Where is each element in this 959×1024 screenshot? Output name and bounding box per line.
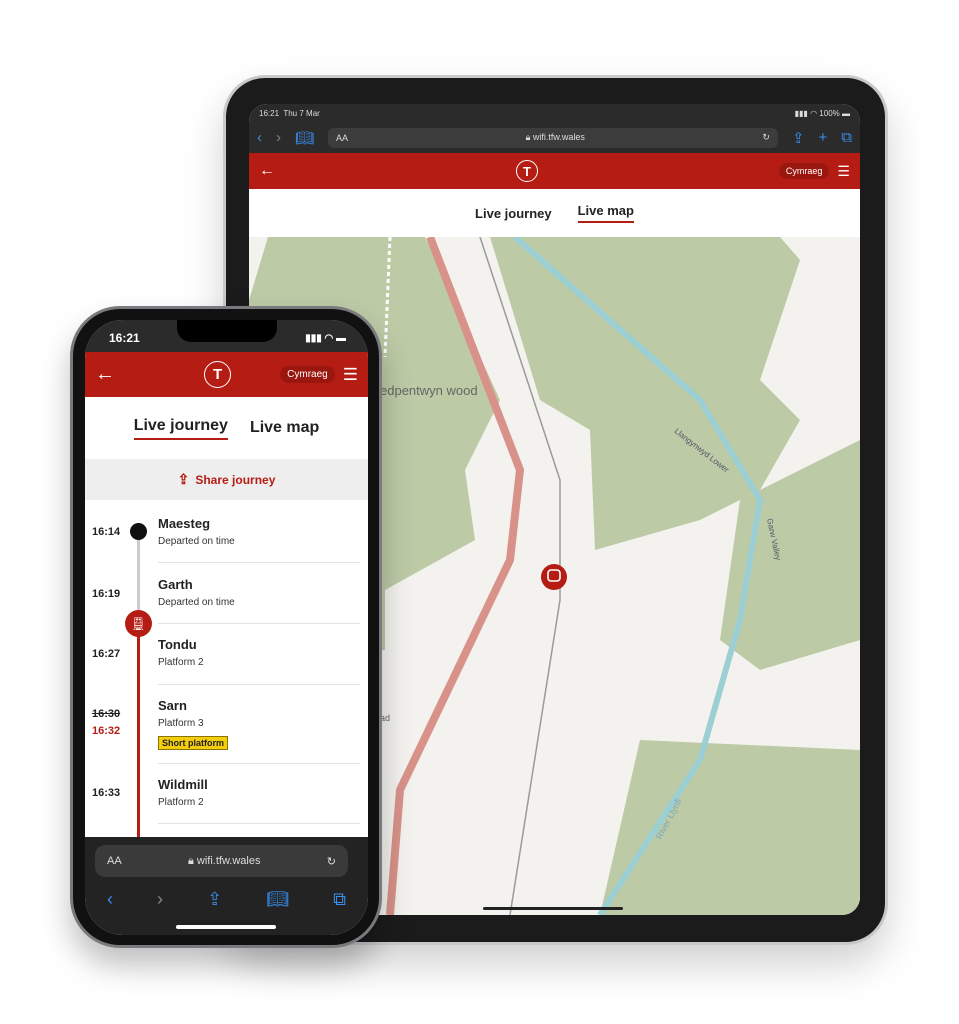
reload-icon[interactable]: ↻ bbox=[327, 855, 336, 868]
browser-toolbar: ‹ › 📖︎ AA 🔒︎ wifi.tfw.wales ↻ ⇪ + ⧉ bbox=[249, 122, 860, 153]
tfw-logo[interactable]: T bbox=[515, 160, 538, 182]
back-icon[interactable]: ‹ bbox=[107, 889, 113, 910]
status-date: Thu 7 Mar bbox=[283, 108, 320, 118]
tab-live-map[interactable]: Live map bbox=[577, 203, 634, 223]
battery-icon: ▬ bbox=[336, 332, 346, 344]
wifi-icon: ◠ bbox=[810, 108, 818, 118]
new-tab-icon[interactable]: + bbox=[819, 129, 828, 146]
tabs-icon[interactable]: ⧉ bbox=[841, 129, 852, 146]
map-label-wood: edpentwyn wood bbox=[380, 383, 478, 398]
stop-status: Departed on time bbox=[158, 597, 235, 608]
stop-row[interactable]: 16:33 Wildmill Platform 2 bbox=[85, 763, 368, 824]
expected-time: 16:32 bbox=[92, 725, 121, 737]
home-indicator bbox=[176, 925, 276, 929]
url-text: wifi.tfw.wales bbox=[196, 854, 261, 867]
phone-screen: 16:21 ▮▮▮ ◠ ▬ ← T Cymraeg ☰ Live journey … bbox=[85, 320, 368, 935]
stop-time: 16:33 bbox=[92, 787, 121, 799]
share-journey-button[interactable]: ⇪ Share journey bbox=[85, 459, 368, 500]
stop-time: 16:14 bbox=[92, 526, 121, 538]
site-header: ← T Cymraeg ☰ bbox=[85, 352, 368, 397]
back-arrow-icon[interactable]: ← bbox=[259, 162, 275, 180]
stop-platform: Platform 2 bbox=[158, 657, 204, 668]
stop-row[interactable]: 16:27 Tondu Platform 2 bbox=[85, 623, 368, 685]
home-indicator bbox=[483, 907, 623, 910]
status-time: 16:21 bbox=[109, 331, 140, 345]
address-bar[interactable]: AA 🔒︎ wifi.tfw.wales ↻ bbox=[328, 127, 778, 148]
reload-icon[interactable]: ↻ bbox=[762, 132, 770, 143]
signal-icon: ▮▮▮ bbox=[305, 332, 322, 344]
tab-live-journey[interactable]: Live journey bbox=[475, 206, 552, 221]
language-button[interactable]: Cymraeg bbox=[778, 163, 830, 179]
tabs: Live journey Live map bbox=[249, 189, 860, 237]
stop-name: Tondu bbox=[158, 637, 197, 652]
scheduled-time: 16:30 bbox=[92, 708, 121, 720]
stop-status: Departed on time bbox=[158, 536, 235, 547]
stop-time: 16:27 bbox=[92, 648, 121, 660]
share-icon[interactable]: ⇪ bbox=[792, 129, 805, 147]
stop-platform: Platform 2 bbox=[158, 797, 204, 808]
stop-platform: Platform 3 bbox=[158, 718, 204, 729]
tab-live-journey[interactable]: Live journey bbox=[133, 417, 228, 440]
battery-level: 100% bbox=[819, 108, 840, 118]
stop-time: 16:19 bbox=[92, 588, 121, 600]
train-location-marker[interactable] bbox=[541, 564, 567, 590]
forward-icon[interactable]: › bbox=[276, 129, 281, 146]
text-size-button[interactable]: AA bbox=[336, 133, 348, 143]
stop-name: Maesteg bbox=[158, 516, 211, 531]
stop-name: Wildmill bbox=[158, 777, 208, 792]
site-header: ← T Cymraeg ☰ bbox=[249, 153, 860, 189]
share-icon: ⇪ bbox=[177, 471, 190, 487]
battery-icon: ▬ bbox=[842, 108, 850, 118]
forward-icon[interactable]: › bbox=[157, 889, 163, 910]
tfw-logo[interactable]: T bbox=[204, 361, 232, 388]
bookmarks-icon[interactable]: 📖︎ bbox=[266, 889, 289, 910]
stop-row[interactable]: 16:19 Garth Departed on time bbox=[85, 562, 368, 624]
journey-timeline: 🚆︎ 16:14 Maesteg Departed on time 16:19 … bbox=[85, 500, 368, 845]
tab-live-map[interactable]: Live map bbox=[250, 419, 319, 437]
tablet-status-bar: 16:21 Thu 7 Mar ▮▮▮ ◠ 100% ▬ bbox=[249, 104, 860, 122]
text-size-button[interactable]: AA bbox=[107, 855, 122, 867]
tabs-icon[interactable]: ⧉ bbox=[333, 889, 346, 910]
menu-icon[interactable]: ☰ bbox=[343, 365, 358, 385]
share-label: Share journey bbox=[195, 472, 276, 487]
stop-row[interactable]: 16:14 Maesteg Departed on time bbox=[85, 500, 368, 563]
wifi-icon: ◠ bbox=[324, 332, 334, 344]
url-text: wifi.tfw.wales bbox=[532, 132, 585, 142]
menu-icon[interactable]: ☰ bbox=[837, 163, 850, 180]
stop-row[interactable]: 16:30 16:32 Sarn Platform 3 Short platfo… bbox=[85, 684, 368, 764]
status-time: 16:21 bbox=[259, 108, 280, 118]
language-button[interactable]: Cymraeg bbox=[280, 366, 335, 383]
back-icon[interactable]: ‹ bbox=[257, 129, 262, 146]
lock-icon: 🔒︎ bbox=[187, 854, 194, 867]
stop-name: Sarn bbox=[158, 698, 187, 713]
browser-toolbar: AA 🔒︎ wifi.tfw.wales ↻ ‹ › ⇪ 📖︎ ⧉ bbox=[85, 837, 368, 935]
share-icon[interactable]: ⇪ bbox=[207, 889, 222, 910]
notch bbox=[177, 320, 277, 342]
woodland bbox=[600, 740, 860, 915]
short-platform-badge: Short platform bbox=[158, 736, 228, 750]
address-bar[interactable]: AA 🔒︎ wifi.tfw.wales ↻ bbox=[95, 845, 348, 877]
tabs: Live journey Live map bbox=[85, 397, 368, 459]
stop-name: Garth bbox=[158, 577, 193, 592]
lock-icon: 🔒︎ bbox=[525, 132, 531, 142]
back-arrow-icon[interactable]: ← bbox=[95, 363, 115, 386]
browser-nav: ‹ › ⇪ 📖︎ ⧉ bbox=[85, 889, 368, 910]
signal-icon: ▮▮▮ bbox=[794, 108, 808, 118]
bookmarks-icon[interactable]: 📖︎ bbox=[295, 129, 314, 147]
